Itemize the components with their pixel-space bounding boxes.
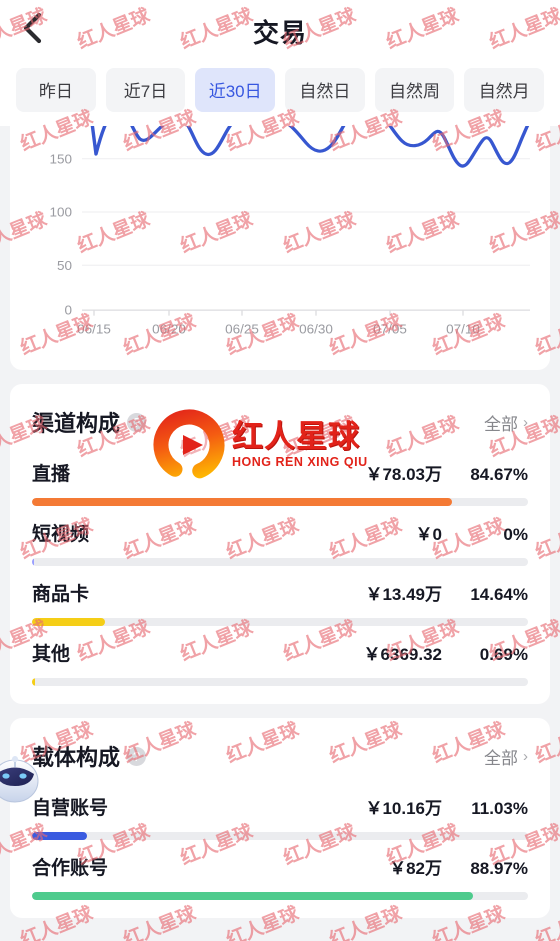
tab-yesterday[interactable]: 昨日 — [16, 68, 96, 112]
carrier-progress-fill — [32, 892, 474, 900]
channel-value: ￥13.49万 — [365, 585, 442, 604]
page-title: 交易 — [252, 17, 307, 48]
chart-x-ticks — [93, 310, 464, 316]
channel-see-all-label: 全部 — [484, 414, 518, 434]
channel-name: 短视频 — [32, 524, 90, 545]
carrier-rows: 自营账号 ￥10.16万 11.03% 合作账号 ￥82万 88.97% — [10, 776, 550, 918]
channel-progress-track — [32, 678, 528, 686]
chart-x-tick-labels: 06/15 06/20 06/25 06/30 07/05 07/10 — [77, 322, 480, 336]
svg-text:06/25: 06/25 — [225, 322, 259, 336]
ai-robot-assistant-icon[interactable] — [0, 748, 44, 806]
carrier-value: ￥10.16万 — [365, 799, 442, 818]
carrier-progress-track — [32, 892, 528, 900]
date-range-tabs: 昨日 近7日 近30日 自然日 自然周 自然月 — [0, 62, 560, 126]
carrier-section-header: 载体构成 ? 全部 › — [10, 718, 550, 776]
channel-progress-track — [32, 618, 528, 626]
carrier-row-self-operated[interactable]: 自营账号 ￥10.16万 11.03% — [32, 780, 528, 840]
carrier-see-all-link[interactable]: 全部 › — [484, 744, 528, 769]
question-mark-icon[interactable]: ? — [127, 746, 147, 766]
carrier-percent: 11.03% — [471, 799, 528, 818]
svg-text:07/10: 07/10 — [446, 322, 480, 336]
tab-natural-week[interactable]: 自然周 — [374, 68, 455, 112]
channel-progress-fill — [32, 618, 105, 626]
svg-text:06/30: 06/30 — [299, 322, 333, 336]
trend-chart[interactable]: 150 100 50 0 06/15 06/20 06/25 06/30 07/… — [10, 126, 550, 354]
channel-value: ￥78.03万 — [365, 465, 442, 484]
svg-text:50: 50 — [57, 258, 72, 272]
tab-natural-month[interactable]: 自然月 — [464, 68, 545, 112]
page-header: 交易 — [0, 0, 560, 62]
svg-text:06/20: 06/20 — [152, 322, 186, 336]
trend-chart-svg: 150 100 50 0 06/15 06/20 06/25 06/30 07/… — [49, 126, 530, 336]
question-mark-icon[interactable]: ? — [127, 412, 147, 432]
channel-row-short-video[interactable]: 短视频 ￥0 0% — [32, 506, 528, 566]
ai-robot-glyph — [0, 756, 39, 803]
channel-percent: 14.64% — [470, 585, 528, 604]
carrier-name: 合作账号 — [32, 858, 109, 879]
channel-percent: 0.69% — [479, 645, 528, 664]
chart-gridlines — [82, 158, 530, 311]
channel-name: 直播 — [32, 464, 71, 485]
carrier-see-all-label: 全部 — [484, 748, 518, 768]
carrier-row-partner[interactable]: 合作账号 ￥82万 88.97% — [32, 840, 528, 900]
channel-progress-track — [32, 498, 528, 506]
chevron-left-icon — [23, 12, 42, 44]
carrier-composition-card: 载体构成 ? 全部 › 自营账号 ￥10.16万 11.03% 合作账号 ￥82… — [10, 718, 550, 918]
channel-progress-fill — [32, 498, 452, 506]
channel-progress-fill — [32, 678, 36, 686]
carrier-progress-fill — [32, 832, 87, 840]
chevron-right-icon: › — [523, 413, 528, 431]
carrier-progress-track — [32, 832, 528, 840]
tab-last-30-days[interactable]: 近30日 — [195, 68, 276, 112]
svg-text:07/05: 07/05 — [373, 322, 407, 336]
channel-section-header: 渠道构成 ? 全部 › — [10, 384, 550, 442]
chevron-right-icon: › — [523, 747, 528, 765]
channel-rows: 直播 ￥78.03万 84.67% 短视频 ￥0 0% 商品卡 ￥13.49万 … — [10, 442, 550, 704]
channel-value: ￥6369.32 — [363, 645, 442, 664]
tab-last-7-days[interactable]: 近7日 — [105, 68, 186, 112]
channel-row-product-card[interactable]: 商品卡 ￥13.49万 14.64% — [32, 566, 528, 626]
channel-row-other[interactable]: 其他 ￥6369.32 0.69% — [32, 626, 528, 686]
channel-progress-track — [32, 558, 528, 566]
channel-percent: 84.67% — [470, 465, 528, 484]
channel-percent: 0% — [503, 525, 528, 544]
svg-text:150: 150 — [49, 152, 72, 166]
carrier-percent: 88.97% — [470, 859, 528, 878]
channel-value: ￥0 — [415, 525, 442, 544]
back-button[interactable] — [10, 6, 54, 50]
carrier-value: ￥82万 — [389, 859, 442, 878]
svg-text:0: 0 — [64, 303, 72, 317]
trend-chart-card: 150 100 50 0 06/15 06/20 06/25 06/30 07/… — [10, 126, 550, 370]
channel-section-title: 渠道构成 — [32, 411, 121, 436]
tab-natural-day[interactable]: 自然日 — [285, 68, 365, 112]
channel-progress-fill — [32, 558, 34, 566]
svg-text:100: 100 — [49, 205, 72, 219]
channel-name: 商品卡 — [32, 584, 90, 605]
chart-y-tick-labels: 150 100 50 0 — [49, 152, 72, 318]
chart-line-series — [90, 126, 530, 168]
svg-text:06/15: 06/15 — [77, 322, 111, 336]
transaction-page: 交易 昨日 近7日 近30日 自然日 自然周 自然月 150 100 50 0 … — [0, 0, 560, 941]
channel-composition-card: 渠道构成 ? 全部 › 直播 ￥78.03万 84.67% 短视频 ￥0 0% … — [10, 384, 550, 704]
carrier-section-title: 载体构成 — [32, 745, 121, 770]
channel-row-live[interactable]: 直播 ￥78.03万 84.67% — [32, 446, 528, 506]
channel-name: 其他 — [32, 644, 71, 665]
channel-see-all-link[interactable]: 全部 › — [484, 410, 528, 435]
